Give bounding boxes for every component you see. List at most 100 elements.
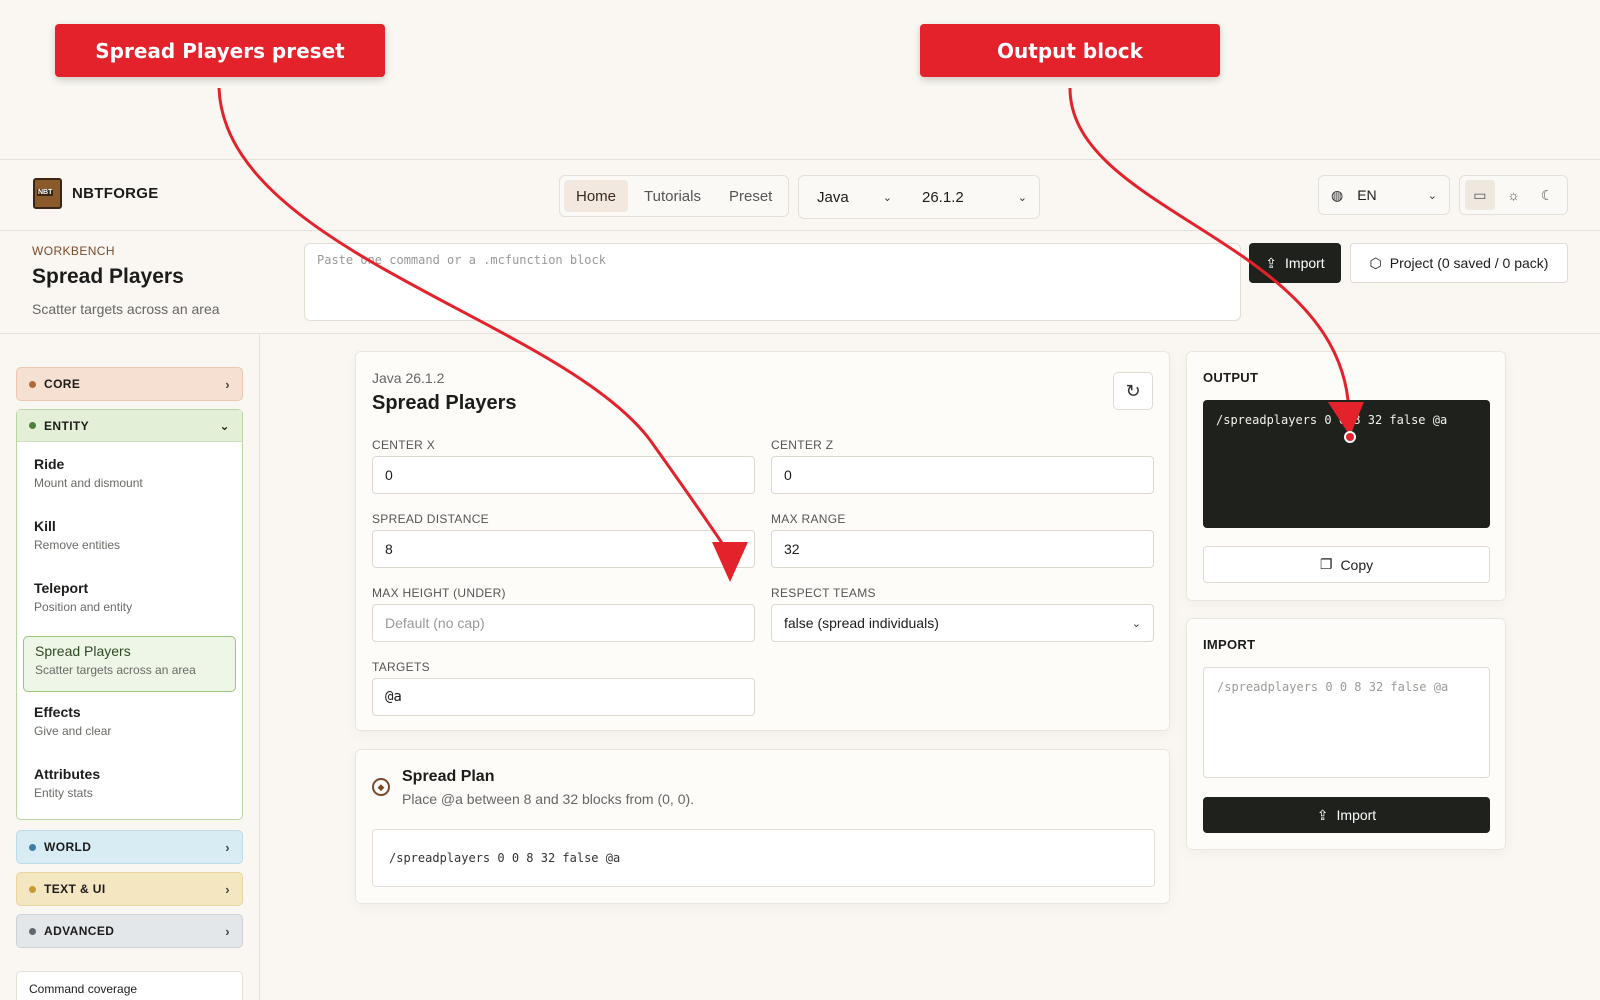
max-height-label: MAX HEIGHT (UNDER)	[372, 586, 506, 600]
max-range-label: MAX RANGE	[771, 512, 846, 526]
sidebar-item-title: Teleport	[34, 580, 89, 596]
category-entity-label: ENTITY	[44, 418, 90, 433]
monitor-icon[interactable]: ▭	[1464, 180, 1495, 210]
sidebar-item-title: Attributes	[34, 766, 101, 782]
compass-icon: ◆	[372, 778, 390, 796]
spread-distance-label: SPREAD DISTANCE	[372, 512, 489, 526]
version-select[interactable]: 26.1.2 ⌄	[904, 189, 1039, 206]
project-label: Project (0 saved / 0 pack)	[1389, 255, 1549, 271]
center-z-input[interactable]: 0	[771, 456, 1154, 494]
sidebar-item-attributes[interactable]: Attributes Entity stats	[23, 760, 236, 816]
center-z-label: CENTER Z	[771, 438, 834, 452]
import-card: IMPORT /spreadplayers 0 0 8 32 false @a …	[1186, 618, 1506, 850]
brand[interactable]: NBTFORGE	[33, 178, 159, 209]
center-x-label: CENTER X	[372, 438, 436, 452]
chevron-down-icon: ⌄	[1131, 617, 1141, 630]
respect-teams-value: false (spread individuals)	[784, 615, 939, 631]
category-text-ui[interactable]: TEXT & UI ›	[16, 872, 243, 906]
sidebar-item-ride[interactable]: Ride Mount and dismount	[23, 450, 236, 506]
chevron-down-icon: ⌄	[882, 191, 892, 204]
category-advanced[interactable]: ADVANCED ›	[16, 914, 243, 948]
sidebar-item-teleport[interactable]: Teleport Position and entity	[23, 574, 236, 630]
nav-preset[interactable]: Preset	[717, 180, 784, 212]
editor-card: Java 26.1.2 Spread Players ↻ CENTER X 0 …	[355, 351, 1170, 731]
chevron-right-icon: ›	[225, 923, 230, 939]
core-dot-icon	[29, 380, 36, 388]
import-textarea[interactable]: /spreadplayers 0 0 8 32 false @a	[1203, 667, 1490, 778]
import-label: IMPORT	[1203, 637, 1256, 652]
center-x-input[interactable]: 0	[372, 456, 755, 494]
language-value: EN	[1357, 187, 1377, 203]
project-button[interactable]: ⬡ Project (0 saved / 0 pack)	[1350, 243, 1568, 283]
text-ui-dot-icon	[29, 885, 36, 893]
sidebar-item-desc: Position and entity	[34, 600, 133, 614]
category-entity-panel: ENTITY ⌄ Ride Mount and dismount Kill Re…	[16, 409, 243, 820]
globe-icon: ◍	[1331, 186, 1344, 203]
paste-command-input[interactable]: Paste one command or a .mcfunction block	[304, 243, 1241, 321]
edition-value: Java	[817, 188, 849, 206]
top-bar: NBTFORGE Home Tutorials Preset Java ⌄ 26…	[0, 159, 1600, 231]
sidebar-item-desc: Entity stats	[34, 786, 93, 800]
nav-home[interactable]: Home	[564, 180, 629, 212]
chevron-right-icon: ›	[225, 376, 230, 392]
sidebar-item-title: Ride	[34, 456, 65, 472]
targets-input[interactable]: @a	[372, 678, 755, 716]
chevron-down-icon: ⌄	[1427, 189, 1437, 202]
reset-icon[interactable]: ↻	[1113, 372, 1153, 410]
upload-icon: ⇪	[1265, 254, 1278, 271]
category-world[interactable]: WORLD ›	[16, 830, 243, 864]
max-height-input[interactable]: Default (no cap)	[372, 604, 755, 642]
brand-name: NBTFORGE	[72, 185, 159, 202]
output-code-block: /spreadplayers 0 0 8 32 false @a	[1203, 400, 1490, 528]
category-world-label: WORLD	[44, 840, 92, 854]
chevron-right-icon: ›	[225, 839, 230, 855]
spread-plan-card: ◆ Spread Plan Place @a between 8 and 32 …	[355, 749, 1170, 904]
plan-title: Spread Plan	[402, 768, 495, 785]
editor-title: Spread Players	[372, 392, 517, 414]
category-entity[interactable]: ENTITY ⌄	[17, 410, 242, 442]
plan-subtitle: Place @a between 8 and 32 blocks from (0…	[402, 791, 695, 807]
output-label: OUTPUT	[1203, 370, 1259, 385]
sidebar-item-kill[interactable]: Kill Remove entities	[23, 512, 236, 568]
editor-version: Java 26.1.2	[372, 370, 445, 386]
moon-icon[interactable]: ☾	[1532, 180, 1562, 210]
command-coverage[interactable]: Command coverage	[16, 971, 243, 1000]
respect-teams-label: RESPECT TEAMS	[771, 586, 876, 600]
spread-distance-input[interactable]: 8	[372, 530, 755, 568]
max-range-input[interactable]: 32	[771, 530, 1154, 568]
sidebar-item-title: Kill	[34, 518, 56, 534]
sidebar-item-desc: Remove entities	[34, 538, 121, 552]
category-text-ui-label: TEXT & UI	[44, 882, 106, 896]
upload-icon: ⇪	[1316, 806, 1329, 823]
category-advanced-label: ADVANCED	[44, 924, 115, 938]
chevron-right-icon: ›	[225, 881, 230, 897]
sidebar-item-effects[interactable]: Effects Give and clear	[23, 698, 236, 754]
sidebar-item-desc: Give and clear	[34, 724, 112, 738]
page-subtitle: Scatter targets across an area	[32, 301, 220, 317]
nav-tutorials[interactable]: Tutorials	[632, 180, 713, 212]
copy-label: Copy	[1340, 556, 1374, 573]
sidebar-item-spread-players[interactable]: Spread Players Scatter targets across an…	[23, 636, 236, 692]
targets-label: TARGETS	[372, 660, 430, 674]
import-button[interactable]: ⇪ Import	[1203, 797, 1490, 833]
edition-select[interactable]: Java ⌄	[799, 189, 904, 206]
sidebar-item-title: Effects	[34, 704, 81, 720]
sidebar: CORE › ENTITY ⌄ Ride Mount and dismount …	[0, 334, 260, 1000]
respect-teams-select[interactable]: false (spread individuals) ⌄	[771, 604, 1154, 642]
callout-output-block: Output block	[920, 24, 1220, 77]
sidebar-item-title: Spread Players	[35, 643, 131, 659]
chevron-down-icon: ⌄	[219, 418, 230, 433]
theme-switcher: ▭ ☼ ☾	[1459, 175, 1568, 215]
output-card: OUTPUT /spreadplayers 0 0 8 32 false @a …	[1186, 351, 1506, 601]
import-top-label: Import	[1285, 255, 1325, 271]
version-selector: Java ⌄ 26.1.2 ⌄	[798, 175, 1040, 219]
nbtforge-logo-icon	[33, 178, 62, 209]
workbench-band: WORKBENCH Spread Players Scatter targets…	[0, 231, 1600, 334]
copy-button[interactable]: ❐ Copy	[1203, 546, 1490, 583]
language-select[interactable]: ◍ EN ⌄	[1318, 175, 1450, 215]
category-core-label: CORE	[44, 377, 81, 391]
import-top-button[interactable]: ⇪ Import	[1249, 243, 1341, 283]
entity-dot-icon	[29, 422, 36, 429]
sun-icon[interactable]: ☼	[1498, 180, 1528, 210]
category-core[interactable]: CORE ›	[16, 367, 243, 401]
